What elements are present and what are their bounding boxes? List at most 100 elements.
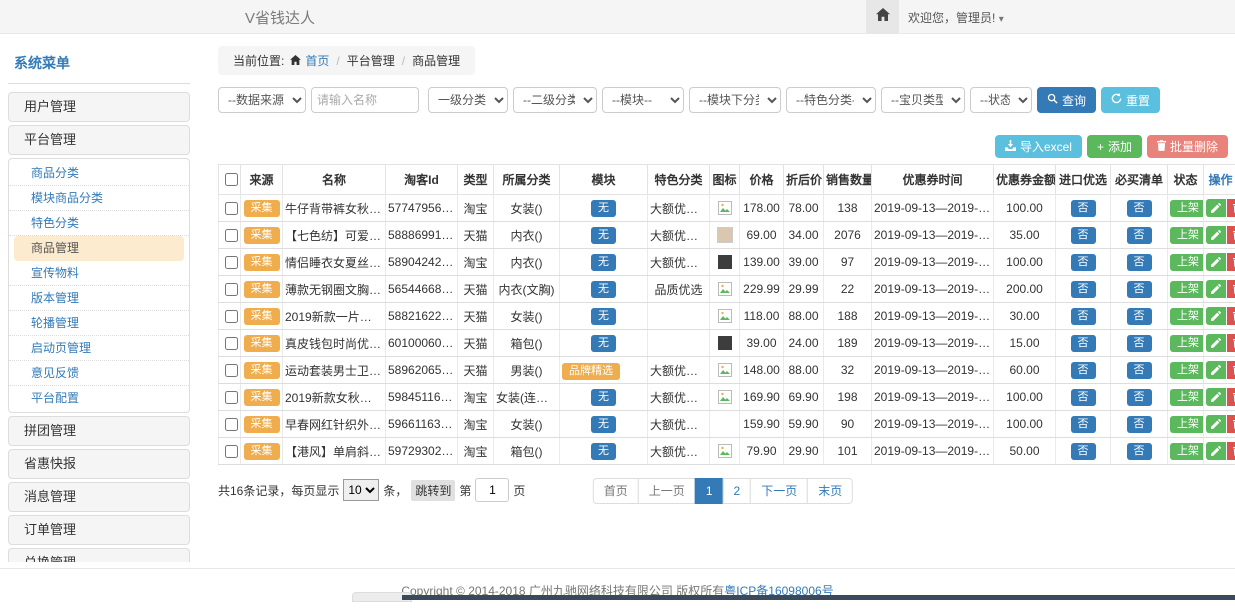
status-select[interactable]: --状态-- bbox=[970, 87, 1032, 113]
sidebar-group-2[interactable]: 拼团管理 bbox=[8, 416, 190, 446]
must-buy-badge[interactable]: 否 bbox=[1127, 416, 1152, 433]
batch-delete-button[interactable]: 批量删除 bbox=[1147, 135, 1228, 158]
pager-button-末页[interactable]: 末页 bbox=[807, 478, 853, 504]
must-buy-badge[interactable]: 否 bbox=[1127, 308, 1152, 325]
search-button[interactable]: 查询 bbox=[1037, 87, 1096, 113]
delete-button[interactable] bbox=[1227, 253, 1235, 271]
row-checkbox[interactable] bbox=[225, 364, 238, 377]
status-badge[interactable]: 上架 bbox=[1170, 227, 1204, 244]
edit-button[interactable] bbox=[1206, 280, 1226, 298]
delete-button[interactable] bbox=[1227, 334, 1235, 352]
module-badge[interactable]: 无 bbox=[591, 254, 616, 271]
add-button[interactable]: + 添加 bbox=[1087, 135, 1142, 158]
page-size-select[interactable]: 10 bbox=[343, 479, 379, 501]
sidebar-item-平台配置[interactable]: 平台配置 bbox=[9, 386, 189, 410]
row-checkbox[interactable] bbox=[225, 391, 238, 404]
import-select-badge[interactable]: 否 bbox=[1071, 362, 1096, 379]
sidebar-item-模块商品分类[interactable]: 模块商品分类 bbox=[9, 186, 189, 211]
module-badge[interactable]: 无 bbox=[591, 281, 616, 298]
sidebar-item-版本管理[interactable]: 版本管理 bbox=[9, 286, 189, 311]
sidebar-item-特色分类[interactable]: 特色分类 bbox=[9, 211, 189, 236]
row-checkbox[interactable] bbox=[225, 445, 238, 458]
module-sub-select[interactable]: --模块下分类-- bbox=[689, 87, 781, 113]
row-checkbox[interactable] bbox=[225, 337, 238, 350]
import-select-badge[interactable]: 否 bbox=[1071, 254, 1096, 271]
home-button[interactable] bbox=[866, 0, 899, 33]
sidebar-item-意见反馈[interactable]: 意见反馈 bbox=[9, 361, 189, 386]
pager-button-1[interactable]: 1 bbox=[695, 478, 724, 504]
sidebar-item-启动页管理[interactable]: 启动页管理 bbox=[9, 336, 189, 361]
status-badge[interactable]: 上架 bbox=[1170, 254, 1204, 271]
edit-button[interactable] bbox=[1206, 388, 1226, 406]
edit-button[interactable] bbox=[1206, 442, 1226, 460]
sidebar-group-3[interactable]: 省惠快报 bbox=[8, 449, 190, 479]
sidebar-group-6[interactable]: 兑换管理 bbox=[8, 548, 190, 562]
data-source-select[interactable]: --数据来源-- bbox=[218, 87, 306, 113]
edit-button[interactable] bbox=[1206, 199, 1226, 217]
status-badge[interactable]: 上架 bbox=[1170, 362, 1204, 379]
status-badge[interactable]: 上架 bbox=[1170, 443, 1204, 460]
module-badge[interactable]: 无 bbox=[591, 443, 616, 460]
module-badge[interactable]: 无 bbox=[591, 389, 616, 406]
edit-button[interactable] bbox=[1206, 361, 1226, 379]
row-checkbox[interactable] bbox=[225, 418, 238, 431]
import-select-badge[interactable]: 否 bbox=[1071, 389, 1096, 406]
import-select-badge[interactable]: 否 bbox=[1071, 281, 1096, 298]
row-checkbox[interactable] bbox=[225, 256, 238, 269]
status-badge[interactable]: 上架 bbox=[1170, 200, 1204, 217]
delete-button[interactable] bbox=[1227, 280, 1235, 298]
import-select-badge[interactable]: 否 bbox=[1071, 335, 1096, 352]
row-checkbox[interactable] bbox=[225, 202, 238, 215]
delete-button[interactable] bbox=[1227, 415, 1235, 433]
sidebar-group-5[interactable]: 订单管理 bbox=[8, 515, 190, 545]
edit-button[interactable] bbox=[1206, 253, 1226, 271]
must-buy-badge[interactable]: 否 bbox=[1127, 227, 1152, 244]
edit-button[interactable] bbox=[1206, 334, 1226, 352]
edit-button[interactable] bbox=[1206, 307, 1226, 325]
name-search-input[interactable] bbox=[311, 87, 419, 113]
import-excel-button[interactable]: 导入excel bbox=[995, 135, 1082, 158]
row-checkbox[interactable] bbox=[225, 229, 238, 242]
jump-to-button[interactable]: 跳转到 bbox=[411, 480, 455, 501]
import-select-badge[interactable]: 否 bbox=[1071, 227, 1096, 244]
category2-select[interactable]: --二级分类-- bbox=[513, 87, 597, 113]
edit-button[interactable] bbox=[1206, 226, 1226, 244]
must-buy-badge[interactable]: 否 bbox=[1127, 254, 1152, 271]
row-checkbox[interactable] bbox=[225, 310, 238, 323]
pager-button-2[interactable]: 2 bbox=[723, 478, 752, 504]
sidebar-item-商品分类[interactable]: 商品分类 bbox=[9, 161, 189, 186]
import-select-badge[interactable]: 否 bbox=[1071, 308, 1096, 325]
status-badge[interactable]: 上架 bbox=[1170, 308, 1204, 325]
status-badge[interactable]: 上架 bbox=[1170, 281, 1204, 298]
module-select[interactable]: --模块-- bbox=[602, 87, 684, 113]
sidebar-item-商品管理[interactable]: 商品管理 bbox=[14, 236, 184, 261]
import-select-badge[interactable]: 否 bbox=[1071, 416, 1096, 433]
sidebar-group-0[interactable]: 用户管理 bbox=[8, 92, 190, 122]
must-buy-badge[interactable]: 否 bbox=[1127, 443, 1152, 460]
module-badge[interactable]: 品牌精选 bbox=[562, 363, 620, 380]
must-buy-badge[interactable]: 否 bbox=[1127, 389, 1152, 406]
status-badge[interactable]: 上架 bbox=[1170, 389, 1204, 406]
module-badge[interactable]: 无 bbox=[591, 308, 616, 325]
import-select-badge[interactable]: 否 bbox=[1071, 200, 1096, 217]
delete-button[interactable] bbox=[1227, 226, 1235, 244]
edit-button[interactable] bbox=[1206, 415, 1226, 433]
delete-button[interactable] bbox=[1227, 199, 1235, 217]
delete-button[interactable] bbox=[1227, 388, 1235, 406]
sidebar-group-1[interactable]: 平台管理 bbox=[8, 125, 190, 155]
user-menu[interactable]: 欢迎您，管理员! ▾ bbox=[908, 9, 1004, 26]
breadcrumb-home-link[interactable]: 首页 bbox=[305, 52, 329, 69]
must-buy-badge[interactable]: 否 bbox=[1127, 200, 1152, 217]
must-buy-badge[interactable]: 否 bbox=[1127, 362, 1152, 379]
pager-button-下一页[interactable]: 下一页 bbox=[750, 478, 808, 504]
module-badge[interactable]: 无 bbox=[591, 227, 616, 244]
pager-button-首页[interactable]: 首页 bbox=[593, 478, 639, 504]
module-badge[interactable]: 无 bbox=[591, 200, 616, 217]
delete-button[interactable] bbox=[1227, 442, 1235, 460]
pager-button-上一页[interactable]: 上一页 bbox=[638, 478, 696, 504]
delete-button[interactable] bbox=[1227, 307, 1235, 325]
row-checkbox[interactable] bbox=[225, 283, 238, 296]
module-badge[interactable]: 无 bbox=[591, 416, 616, 433]
sidebar-group-4[interactable]: 消息管理 bbox=[8, 482, 190, 512]
jump-page-input[interactable] bbox=[475, 478, 509, 502]
